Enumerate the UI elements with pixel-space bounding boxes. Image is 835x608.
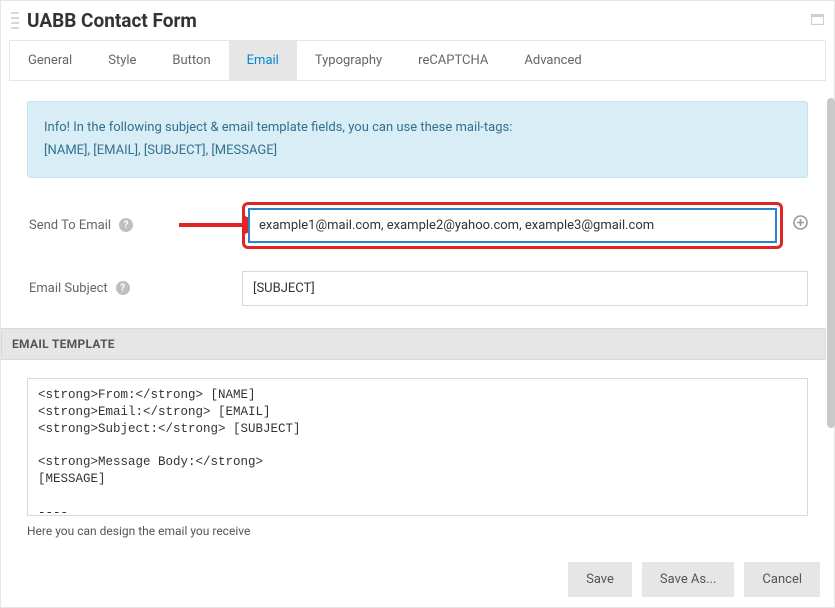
tab-email[interactable]: Email — [229, 41, 297, 80]
help-icon[interactable]: ? — [116, 281, 130, 295]
cancel-button[interactable]: Cancel — [744, 562, 820, 597]
send-to-highlight — [242, 202, 783, 249]
send-to-label: Send To Email ? — [27, 218, 242, 233]
info-line1: Info! In the following subject & email t… — [44, 116, 791, 139]
template-hint: Here you can design the email you receiv… — [27, 524, 808, 538]
vertical-scrollbar[interactable] — [827, 98, 835, 538]
tab-content: Info! In the following subject & email t… — [9, 81, 826, 552]
field-row-subject: Email Subject ? — [27, 271, 808, 306]
tab-advanced[interactable]: Advanced — [506, 41, 599, 80]
tabs: General Style Button Email Typography re… — [9, 40, 826, 81]
subject-input[interactable] — [242, 271, 808, 306]
save-button[interactable]: Save — [568, 562, 632, 597]
tab-style[interactable]: Style — [90, 41, 154, 80]
drag-handle-icon[interactable] — [11, 12, 19, 30]
footer-actions: Save Save As... Cancel — [1, 552, 834, 607]
settings-panel: UABB Contact Form General Style Button E… — [0, 0, 835, 608]
tab-button[interactable]: Button — [154, 41, 228, 80]
tab-recaptcha[interactable]: reCAPTCHA — [400, 41, 506, 80]
field-row-send-to: Send To Email ? — [27, 202, 808, 249]
subject-label: Email Subject ? — [27, 281, 242, 296]
info-notice: Info! In the following subject & email t… — [27, 101, 808, 178]
template-row: Here you can design the email you receiv… — [27, 360, 808, 544]
scroll-thumb[interactable] — [827, 98, 835, 428]
expand-icon[interactable] — [811, 13, 824, 29]
tab-typography[interactable]: Typography — [297, 41, 400, 80]
info-line2: [NAME], [EMAIL], [SUBJECT], [MESSAGE] — [44, 139, 791, 162]
panel-title: UABB Contact Form — [27, 9, 811, 32]
plus-icon[interactable] — [793, 215, 808, 235]
email-template-textarea[interactable] — [27, 378, 808, 516]
save-as-button[interactable]: Save As... — [642, 562, 735, 597]
title-bar: UABB Contact Form — [1, 1, 834, 40]
tab-general[interactable]: General — [10, 41, 90, 80]
help-icon[interactable]: ? — [119, 218, 133, 232]
section-header-email-template: EMAIL TEMPLATE — [1, 328, 826, 360]
send-to-input[interactable] — [248, 208, 777, 243]
